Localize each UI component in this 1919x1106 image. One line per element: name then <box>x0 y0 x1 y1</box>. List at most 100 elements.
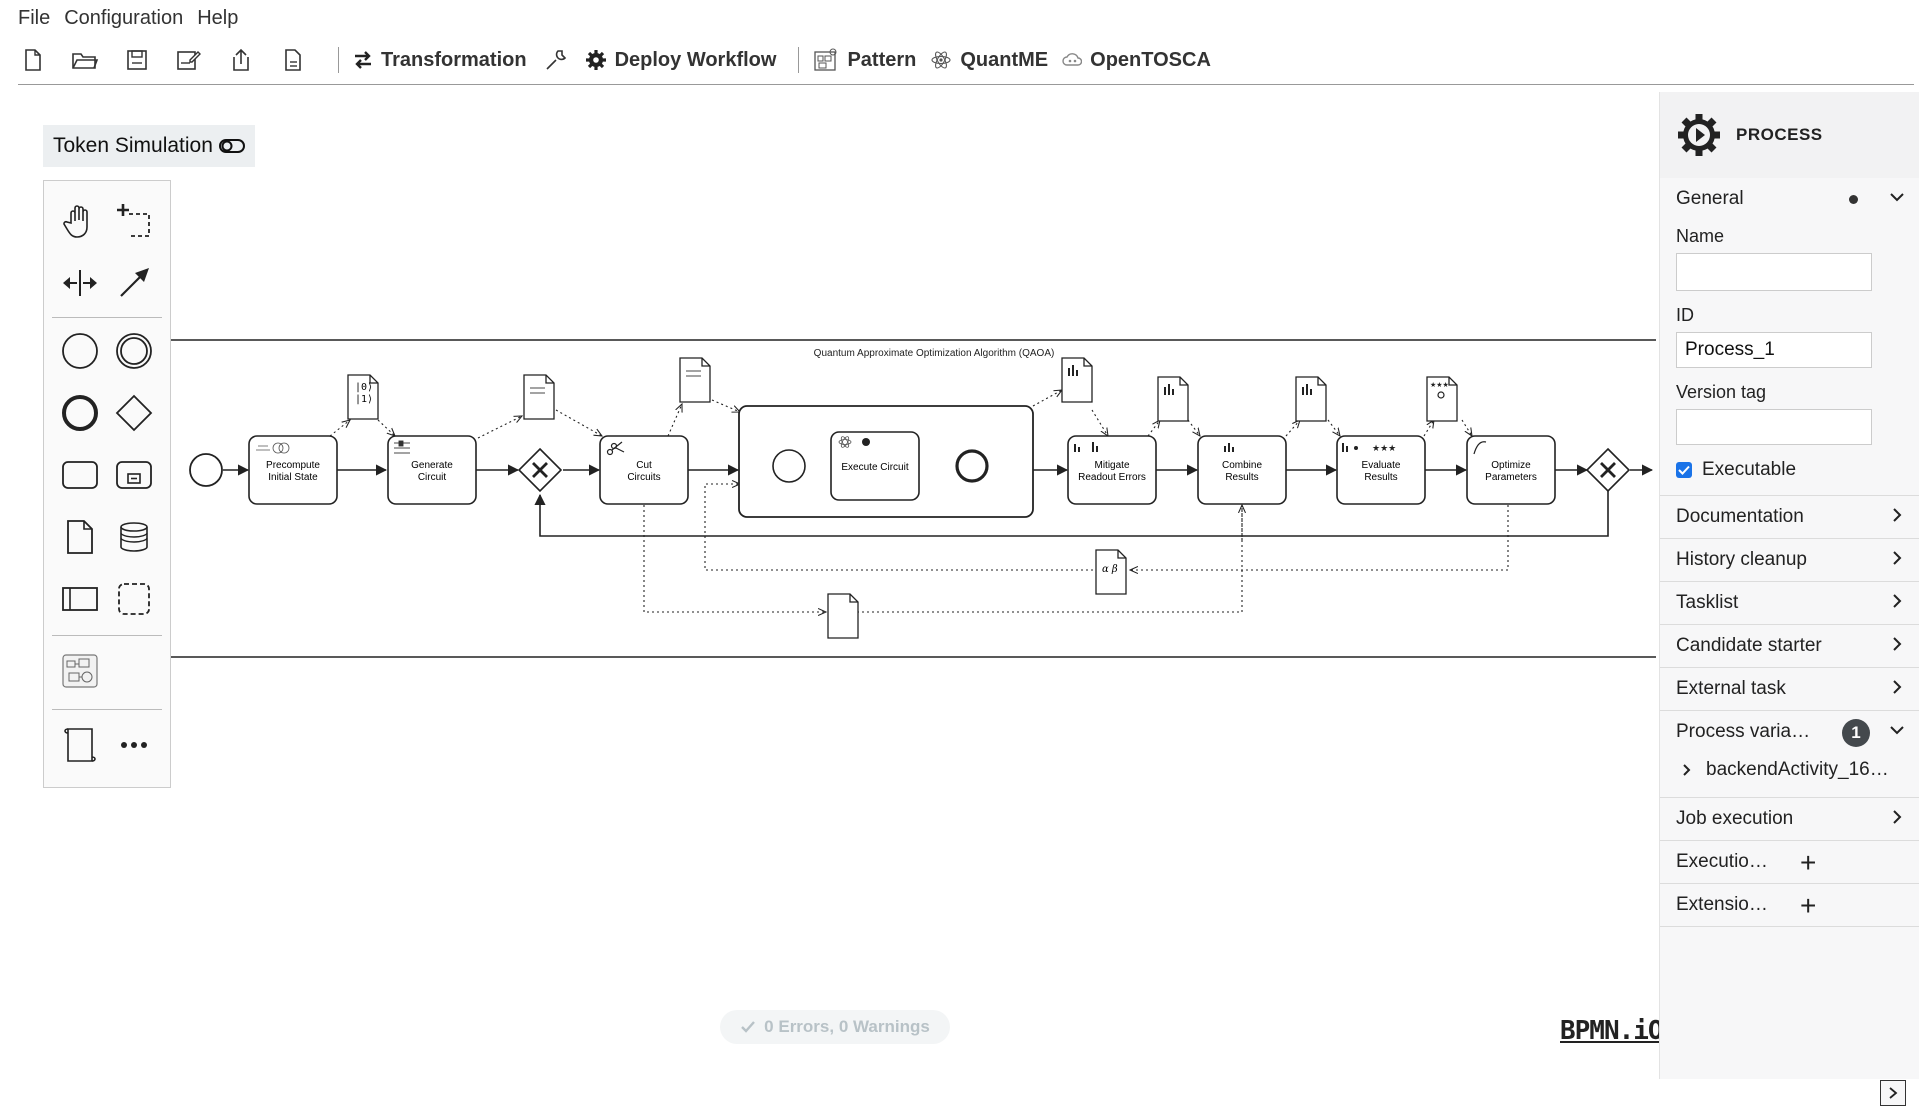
end-event-icon[interactable] <box>54 387 106 439</box>
tool-palette <box>43 180 171 788</box>
bpmn-canvas[interactable]: Quantum Approximate Optimization Algorit… <box>0 85 1658 1075</box>
export-file-icon[interactable] <box>278 45 308 75</box>
svg-text:Initial State: Initial State <box>268 472 318 483</box>
section-tasklist: Tasklist <box>1660 582 1919 625</box>
pool-icon[interactable] <box>54 573 106 625</box>
text-annotation-icon[interactable] <box>54 719 106 771</box>
version-tag-input[interactable] <box>1676 409 1872 445</box>
exclusive-gateway-2[interactable] <box>1585 447 1631 493</box>
chevron-right-icon <box>1893 551 1902 565</box>
svg-text:Combine: Combine <box>1222 460 1262 471</box>
bpmn-io-logo[interactable]: BPMN.iO <box>1560 1016 1664 1046</box>
section-general-header[interactable]: General <box>1660 178 1919 220</box>
variables-count-badge: 1 <box>1842 719 1870 747</box>
section-external-task-header[interactable]: External task <box>1660 668 1919 710</box>
id-input[interactable]: Process_1 <box>1676 332 1872 368</box>
svg-text:Circuit: Circuit <box>418 472 447 483</box>
start-event-icon[interactable] <box>54 325 106 377</box>
intermediate-event-icon[interactable] <box>108 325 160 377</box>
add-listener-icon[interactable]: + <box>1800 847 1816 879</box>
section-candidate-starter-header[interactable]: Candidate starter <box>1660 625 1919 667</box>
section-tasklist-header[interactable]: Tasklist <box>1660 582 1919 624</box>
more-tools-icon[interactable] <box>108 719 160 771</box>
task-mitigate-readout[interactable]: Mitigate Readout Errors <box>1067 435 1157 505</box>
upload-icon[interactable] <box>226 45 256 75</box>
save-as-icon[interactable] <box>174 45 204 75</box>
panel-collapse-button[interactable] <box>1880 1080 1906 1106</box>
pattern-icon <box>814 48 837 71</box>
svg-text:Evaluate: Evaluate <box>1362 460 1401 471</box>
lasso-tool-icon[interactable] <box>108 195 160 247</box>
wrench-icon[interactable] <box>541 45 571 75</box>
check-icon <box>741 1021 756 1033</box>
name-textarea[interactable] <box>1676 253 1872 291</box>
save-icon[interactable] <box>122 45 152 75</box>
exclusive-gateway-1[interactable] <box>517 447 563 493</box>
space-tool-icon[interactable] <box>54 257 106 309</box>
properties-panel: PROCESS General Name ID Process_1 Versio… <box>1659 92 1919 1106</box>
task-evaluate-results[interactable]: ★★★ Evaluate Results <box>1336 435 1426 505</box>
subprocess-execute[interactable]: Execute Circuit <box>738 405 1034 518</box>
menu-configuration[interactable]: Configuration <box>64 7 183 30</box>
open-folder-icon[interactable] <box>70 45 100 75</box>
chevron-right-icon <box>1889 1087 1898 1099</box>
data-indicator-dot <box>1849 195 1858 204</box>
quantme-button[interactable]: QuantME <box>930 49 1048 72</box>
start-event <box>189 453 223 487</box>
section-process-variables-header[interactable]: Process varia… 1 <box>1660 711 1919 753</box>
section-execution-listeners-header[interactable]: Executio… + <box>1660 841 1919 883</box>
section-documentation-header[interactable]: Documentation <box>1660 496 1919 538</box>
transform-icon <box>355 51 371 69</box>
svg-text:★★★: ★★★ <box>1430 381 1449 389</box>
atom-icon <box>931 51 951 69</box>
chevron-down-icon <box>1890 193 1904 202</box>
task-combine-results[interactable]: Combine Results <box>1197 435 1287 505</box>
toolbar-separator-2 <box>798 47 800 73</box>
menu-file[interactable]: File <box>18 7 50 30</box>
name-label: Name <box>1676 226 1725 246</box>
group-icon[interactable] <box>108 573 160 625</box>
new-file-icon[interactable] <box>18 45 48 75</box>
executable-checkbox[interactable] <box>1676 462 1692 478</box>
pattern-button[interactable]: Pattern <box>813 48 916 72</box>
task-generate-circuit[interactable]: Generate Circuit <box>387 435 477 505</box>
token-simulation-toggle[interactable]: Token Simulation <box>43 125 255 167</box>
section-history-cleanup-header[interactable]: History cleanup <box>1660 539 1919 581</box>
linting-status[interactable]: 0 Errors, 0 Warnings <box>720 1010 950 1044</box>
task-cut-circuits[interactable]: Cut Circuits <box>599 435 689 505</box>
data-object-icon[interactable] <box>54 511 106 563</box>
subprocess-icon[interactable] <box>108 449 160 501</box>
id-label: ID <box>1676 305 1694 325</box>
executable-checkbox-row[interactable]: Executable <box>1660 459 1919 481</box>
gear-icon <box>585 50 606 70</box>
process-variable-item[interactable]: backendActivity_16… <box>1660 753 1919 787</box>
chevron-right-icon <box>1893 594 1902 608</box>
deploy-workflow-button[interactable]: Deploy Workflow <box>585 49 776 72</box>
section-external-task: External task <box>1660 668 1919 711</box>
chevron-right-icon <box>1893 680 1902 694</box>
toolbar: Transformation Deploy Workflow Pattern Q… <box>0 38 1919 82</box>
gateway-icon[interactable] <box>108 387 160 439</box>
svg-text:★★★: ★★★ <box>1372 444 1396 454</box>
section-job-execution-header[interactable]: Job execution <box>1660 798 1919 840</box>
global-connect-tool-icon[interactable] <box>108 257 160 309</box>
svg-text:|1⟩: |1⟩ <box>355 394 373 405</box>
task-optimize-parameters[interactable]: Optimize Parameters <box>1466 435 1556 505</box>
svg-text:Precompute: Precompute <box>266 460 320 471</box>
pattern-palette-icon[interactable] <box>54 645 106 697</box>
transformation-button[interactable]: Transformation <box>353 49 527 72</box>
section-extension-properties-header[interactable]: Extensio… + <box>1660 884 1919 926</box>
task-icon[interactable] <box>54 449 106 501</box>
task-precompute[interactable]: Precompute Initial State <box>248 435 338 505</box>
chevron-right-icon <box>1893 508 1902 522</box>
panel-header: PROCESS <box>1660 92 1919 178</box>
menu-help[interactable]: Help <box>197 7 238 30</box>
section-process-variables: Process varia… 1 backendActivity_16… <box>1660 711 1919 798</box>
svg-text:Mitigate: Mitigate <box>1094 460 1129 471</box>
data-store-icon[interactable] <box>108 511 160 563</box>
add-extension-icon[interactable]: + <box>1800 890 1816 922</box>
pool-title: Quantum Approximate Optimization Algorit… <box>814 348 1055 359</box>
opentosca-button[interactable]: OpenTOSCA <box>1062 49 1211 72</box>
hand-tool-icon[interactable] <box>54 195 106 247</box>
section-job-execution: Job execution <box>1660 798 1919 841</box>
